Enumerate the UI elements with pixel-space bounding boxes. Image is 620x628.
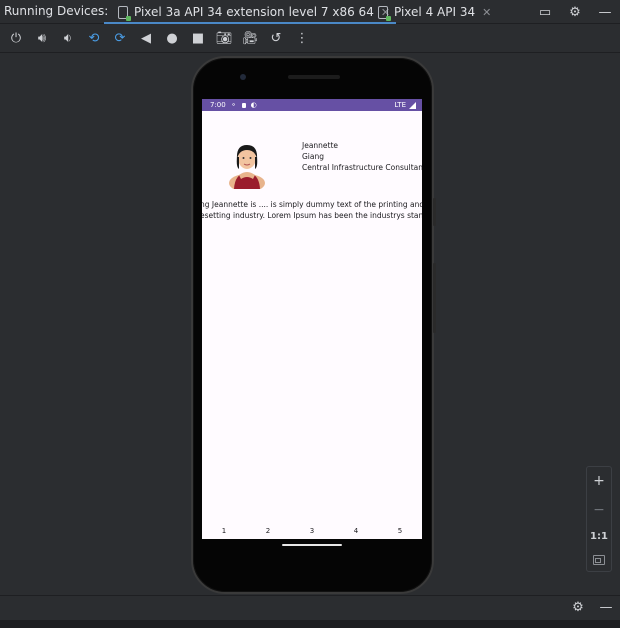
bottom-toolbar: ⚙ — [0, 595, 620, 620]
tabbar-title: Running Devices: [4, 4, 109, 18]
android-icon: ◐ [250, 101, 257, 109]
close-icon[interactable]: ✕ [482, 6, 491, 19]
home-icon[interactable]: ● [159, 28, 185, 50]
status-strip [0, 620, 620, 628]
number-item[interactable]: 4 [354, 527, 358, 539]
number-item[interactable]: 3 [310, 527, 314, 539]
tab-pixel-3a[interactable]: Pixel 3a API 34 extension level 7 x86 64… [104, 0, 397, 24]
tab-label: Pixel 4 API 34 [394, 5, 476, 19]
active-tab-indicator [104, 22, 397, 24]
number-item[interactable]: 1 [222, 527, 226, 539]
job-title: Central Infrastructure Consultant [302, 163, 422, 172]
last-name: Giang [302, 152, 325, 161]
first-name: Jeannette [302, 141, 339, 150]
power-side-button [433, 198, 436, 226]
status-bar: 7:00 ⚬ ◐ LTE [202, 99, 422, 111]
more-icon[interactable]: ⋮ [289, 28, 315, 50]
number-item[interactable]: 5 [398, 527, 402, 539]
device-icon [118, 5, 131, 21]
tab-pixel-4[interactable]: Pixel 4 API 34 ✕ [378, 0, 491, 24]
sim-icon [241, 102, 246, 108]
overview-icon[interactable]: ■ [185, 28, 211, 50]
gear-icon[interactable]: ⚙ [560, 5, 590, 20]
description-line-1: ng Jeannette is .... is simply dummy tex… [202, 200, 422, 209]
volume-down-icon[interactable]: 🔉︎ [55, 28, 81, 50]
bottom-number-bar: 1 2 3 4 5 [202, 527, 422, 539]
fit-screen-icon[interactable] [593, 554, 605, 565]
power-icon[interactable]: ⏻ [3, 28, 29, 50]
rotate-left-icon[interactable]: ⟲ [81, 28, 107, 50]
actual-size-button[interactable]: 1:1 [590, 531, 608, 542]
device-icon [378, 5, 391, 21]
description-line-2: esetting industry. Lorem Ipsum has been … [202, 211, 422, 220]
gear-icon[interactable]: ⚙ [564, 600, 592, 615]
android-studio-running-devices: Running Devices: Pixel 3a API 34 extensi… [0, 0, 620, 628]
gesture-handle[interactable] [282, 544, 342, 546]
snapshot-icon[interactable]: ↺ [263, 28, 289, 50]
screen-record-icon[interactable]: 🎥︎ [237, 28, 263, 50]
maximize-icon[interactable]: ▭ [530, 5, 560, 20]
zoom-controls: + − 1:1 [586, 466, 612, 572]
status-time: 7:00 [210, 101, 226, 109]
network-type: LTE [394, 101, 406, 109]
signal-icon [409, 101, 416, 109]
rotate-right-icon[interactable]: ⟳ [107, 28, 133, 50]
notification-icon: ⚬ [230, 101, 237, 109]
device-screen[interactable]: 7:00 ⚬ ◐ LTE Jeannette Giang Central Inf… [202, 99, 422, 539]
volume-up-icon[interactable]: 🔊︎ [29, 28, 55, 50]
front-camera [240, 74, 246, 80]
profile-info: Jeannette Giang Central Infrastructure C… [302, 140, 422, 173]
running-devices-tabbar: Running Devices: Pixel 3a API 34 extensi… [0, 0, 620, 24]
back-icon[interactable]: ◀ [133, 28, 159, 50]
tab-label: Pixel 3a API 34 extension level 7 x86 64 [134, 5, 374, 19]
avatar-icon [229, 145, 265, 189]
tabbar-actions: ▭ ⚙ — [530, 0, 620, 24]
device-toolbar: ⏻ 🔊︎ 🔉︎ ⟲ ⟳ ◀ ● ■ 📷︎ 🎥︎ ↺ ⋮ [0, 25, 620, 53]
number-item[interactable]: 2 [266, 527, 270, 539]
volume-side-button [433, 263, 436, 333]
zoom-out-button[interactable]: − [593, 502, 605, 518]
zoom-in-button[interactable]: + [593, 473, 605, 489]
earpiece-speaker [288, 75, 340, 79]
minimize-icon[interactable]: — [592, 600, 620, 615]
profile-description: ng Jeannette is .... is simply dummy tex… [202, 199, 422, 221]
screenshot-icon[interactable]: 📷︎ [211, 28, 237, 50]
minimize-icon[interactable]: — [590, 5, 620, 20]
